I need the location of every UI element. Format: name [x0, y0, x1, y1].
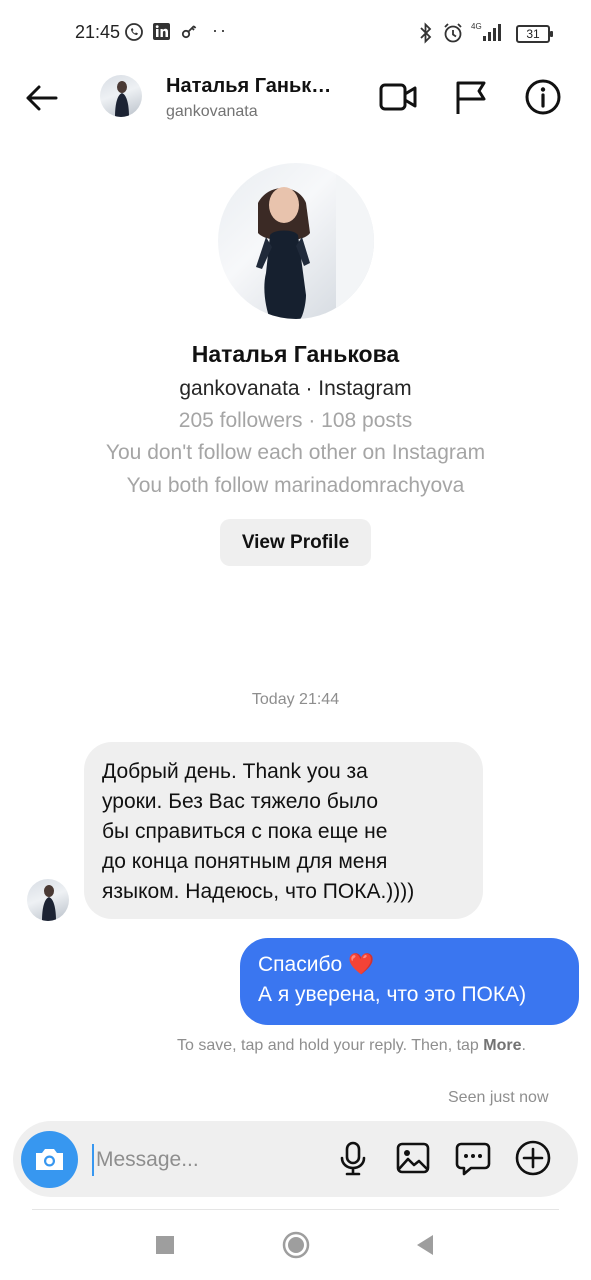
sender-avatar[interactable] [27, 879, 69, 921]
camera-button[interactable] [21, 1131, 78, 1188]
recents-button[interactable] [150, 1230, 180, 1260]
header-username[interactable]: gankovanata [166, 103, 258, 121]
seen-status: Seen just now [448, 1089, 549, 1106]
battery-indicator: 31 [516, 25, 553, 43]
plus-circle-icon [515, 1140, 551, 1176]
camera-icon [36, 1149, 63, 1170]
info-icon [525, 79, 561, 115]
message-line: языком. Надеюсь, что ПОКА.)))) [102, 880, 415, 903]
hint-more: More [483, 1037, 522, 1054]
hint-period: . [521, 1037, 526, 1054]
message-input[interactable] [92, 1144, 326, 1176]
message-line: Спасибо [258, 953, 343, 976]
more-notifications-icon: ·· [212, 20, 228, 40]
header-name[interactable]: Наталья Ганьк… [166, 75, 331, 98]
add-button[interactable] [513, 1138, 553, 1178]
profile-avatar[interactable] [218, 163, 374, 319]
message-line: уроки. Без Вас тяжело было [102, 790, 379, 813]
status-time: 21:45 [75, 22, 121, 42]
bluetooth-icon [418, 22, 434, 49]
microphone-icon [340, 1141, 366, 1176]
follow-status: You don't follow each other on Instagram [105, 441, 486, 464]
vpn-key-icon [180, 22, 198, 45]
flag-icon [456, 81, 486, 114]
message-line: до конца понятным для меня [102, 850, 388, 873]
whatsapp-icon [124, 22, 144, 47]
save-hint: To save, tap and hold your reply. Then, … [177, 1035, 537, 1056]
profile-username-line: gankovanata · Instagram [179, 377, 412, 400]
network-label: 4G [471, 22, 482, 31]
gallery-button[interactable] [393, 1138, 433, 1178]
triangle-back-icon [417, 1235, 433, 1255]
heart-emoji: ❤️ [348, 953, 375, 976]
outgoing-message-bubble[interactable]: Спасибо ❤️ А я уверена, что это ПОКА) [240, 938, 579, 1025]
nav-divider [32, 1209, 559, 1210]
view-profile-button[interactable]: View Profile [220, 519, 371, 566]
timestamp: Today 21:44 [251, 691, 340, 708]
sticker-button[interactable] [453, 1138, 493, 1178]
report-button[interactable] [450, 76, 492, 118]
home-circle-icon [282, 1231, 310, 1259]
square-icon [156, 1236, 174, 1254]
hint-text: To save, tap and hold your reply. Then, … [177, 1037, 479, 1054]
voice-message-button[interactable] [333, 1138, 373, 1178]
profile-name: Наталья Ганькова [191, 341, 400, 367]
back-nav-button[interactable] [411, 1230, 441, 1260]
incoming-message-bubble[interactable]: Добрый день. Thank you за уроки. Без Вас… [84, 742, 483, 919]
video-call-icon [379, 83, 417, 111]
signal-icon: 4G [471, 20, 509, 49]
message-line: А я уверена, что это ПОКА) [258, 983, 527, 1006]
mutual-follow: You both follow marinadomrachyova [126, 474, 465, 497]
message-line: Добрый день. Thank you за [102, 760, 368, 783]
video-call-button[interactable] [377, 76, 419, 118]
profile-stats: 205 followers · 108 posts [178, 409, 413, 432]
linkedin-icon [152, 22, 171, 46]
chat-bubble-icon [455, 1142, 491, 1176]
message-line: бы справиться с пока еще не [102, 820, 388, 843]
back-button[interactable] [22, 78, 62, 118]
alarm-icon [442, 22, 464, 49]
header-avatar[interactable] [100, 75, 142, 117]
home-button[interactable] [281, 1230, 311, 1260]
info-button[interactable] [522, 76, 564, 118]
back-arrow-icon [26, 85, 58, 111]
image-icon [396, 1142, 430, 1174]
